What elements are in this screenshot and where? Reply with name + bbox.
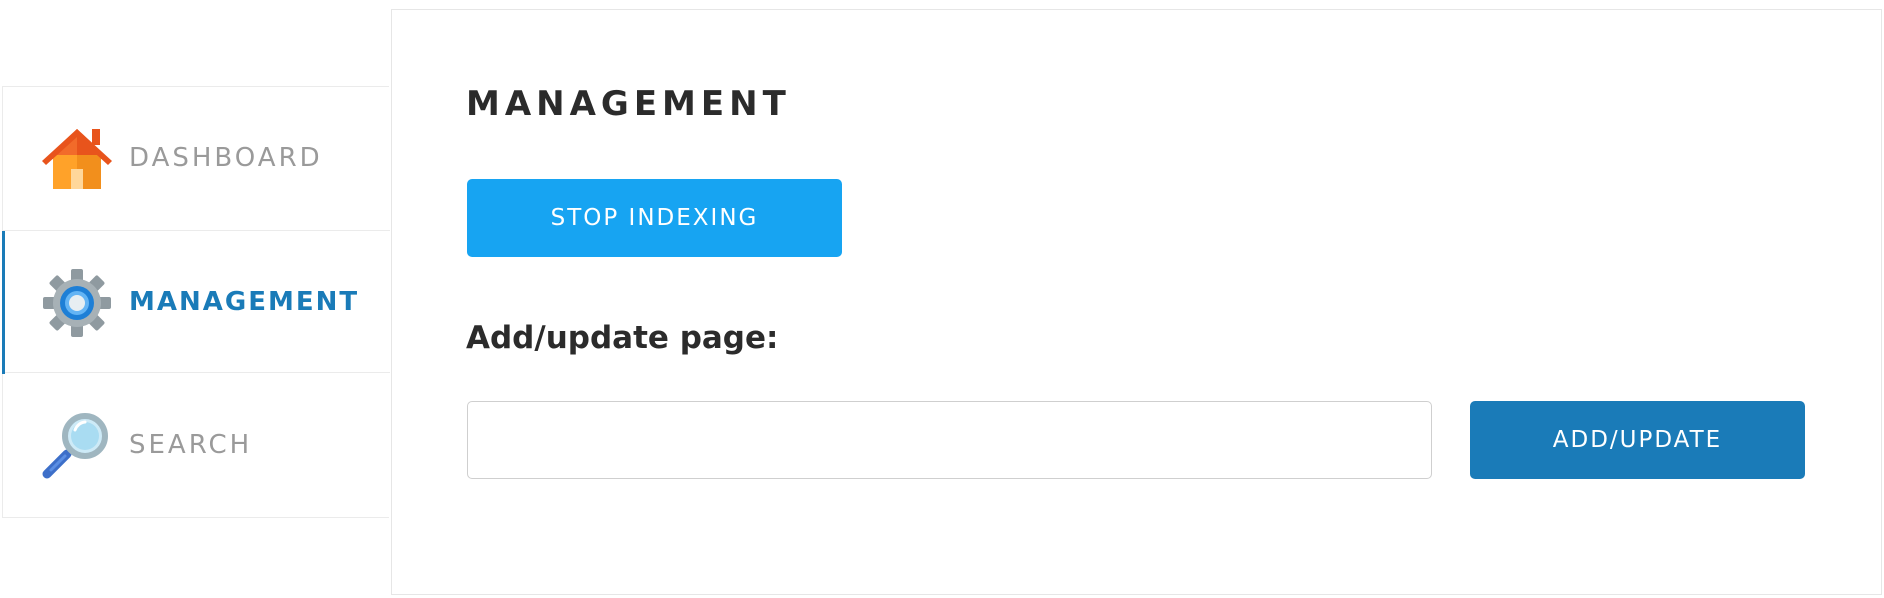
magnifier-icon — [42, 413, 108, 479]
sidebar-item-search[interactable]: SEARCH — [3, 374, 390, 517]
sidebar-item-management[interactable]: MANAGEMENT — [2, 230, 390, 374]
stop-indexing-button[interactable]: STOP INDEXING — [467, 179, 842, 257]
gear-icon — [43, 269, 111, 337]
sidebar-item-label: SEARCH — [129, 430, 253, 460]
add-page-label: Add/update page: — [466, 320, 779, 356]
sidebar-nav: DASHBOARD MANAGEMENT SEARCH — [2, 86, 390, 518]
sidebar-item-label: DASHBOARD — [129, 143, 323, 173]
add-update-button[interactable]: ADD/UPDATE — [1470, 401, 1805, 479]
sidebar-item-label: MANAGEMENT — [129, 287, 360, 317]
home-icon — [42, 129, 112, 189]
page-title: MANAGEMENT — [466, 84, 791, 124]
sidebar-item-dashboard[interactable]: DASHBOARD — [3, 87, 390, 230]
page-url-input[interactable] — [467, 401, 1432, 479]
